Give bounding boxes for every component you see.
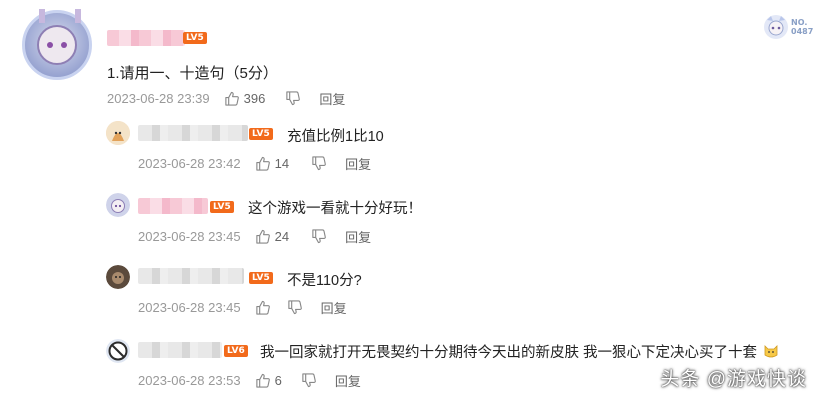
reply-avatar[interactable] [106, 265, 130, 289]
reply-avatar[interactable] [106, 339, 130, 363]
level-badge: LV5 [249, 128, 273, 140]
main-comment-username-blurred[interactable] [107, 30, 185, 46]
comment-time: 2023-06-28 23:45 [138, 300, 241, 315]
reply-username-blurred[interactable] [138, 342, 222, 358]
thumb-up-icon [255, 229, 270, 244]
reply-meta: 2023-06-28 23:45 回复 [138, 298, 347, 317]
like-count: 24 [274, 229, 290, 244]
avatar-face [37, 25, 77, 65]
comment-time: 2023-06-28 23:53 [138, 373, 241, 388]
thumb-up-icon [255, 373, 270, 388]
dislike-button[interactable] [311, 229, 326, 244]
like-button[interactable]: 396 [224, 91, 266, 106]
like-count: 396 [243, 91, 266, 106]
reply-username-blurred[interactable] [138, 125, 248, 141]
reply-text: 充值比例1比10 [287, 129, 384, 145]
avatar-image [106, 265, 130, 289]
reply-text: 不是110分? [287, 273, 362, 289]
fan-badge-icon [764, 15, 788, 39]
cat-face-emoji-icon [763, 343, 779, 359]
reply-meta: 2023-06-28 23:42 14 回复 [138, 154, 371, 173]
reply-meta: 2023-06-28 23:45 24 回复 [138, 227, 371, 246]
reply-text: 这个游戏一看就十分好玩！ [248, 201, 422, 217]
level-badge: LV5 [210, 201, 234, 213]
reply-button[interactable]: 回复 [335, 371, 361, 390]
avatar-decoration [39, 9, 81, 23]
thumb-up-icon [255, 156, 270, 171]
reply-username-blurred[interactable] [138, 268, 244, 284]
fan-badge-line2: 0487 [791, 27, 814, 36]
dislike-button[interactable] [301, 373, 316, 388]
comment-time: 2023-06-28 23:42 [138, 156, 241, 171]
reply-avatar[interactable] [106, 193, 130, 217]
main-comment-avatar[interactable] [22, 9, 92, 80]
level-badge: LV5 [249, 272, 273, 284]
thumb-down-icon [312, 229, 326, 244]
reply-text-content: 我一回家就打开无畏契约十分期待今天出的新皮肤 我一狠心下定决心买了十套 [260, 345, 758, 361]
thumb-up-icon [224, 91, 239, 106]
fan-badge-line1: NO. [791, 18, 808, 27]
reply-button[interactable]: 回复 [319, 89, 345, 108]
thumb-down-icon [287, 300, 302, 315]
watermark: 头条 @游戏快谈 [660, 369, 807, 390]
like-count: 14 [274, 156, 290, 171]
dislike-button[interactable] [287, 300, 302, 315]
reply-avatar[interactable] [106, 121, 130, 145]
no-entry-avatar-icon [106, 339, 130, 363]
reply-username-blurred[interactable] [138, 198, 208, 214]
main-comment-text: 1.请用一、十造句（5分） [107, 65, 278, 82]
thumb-down-icon [286, 91, 301, 106]
reply-meta: 2023-06-28 23:53 6 回复 [138, 371, 361, 390]
main-comment-meta: 2023-06-28 23:39 396 回复 [107, 89, 345, 108]
reply-button[interactable]: 回复 [345, 154, 371, 173]
like-button[interactable]: 14 [255, 156, 289, 171]
comment-time: 2023-06-28 23:39 [107, 91, 210, 106]
level-badge: LV6 [224, 345, 248, 357]
like-button[interactable]: 24 [255, 229, 289, 244]
dislike-button[interactable] [285, 91, 301, 106]
like-button[interactable] [255, 300, 270, 315]
dislike-button[interactable] [311, 156, 326, 171]
thumb-down-icon [312, 156, 326, 171]
fan-badge: NO. 0487 [761, 12, 819, 42]
thumb-up-icon [255, 300, 270, 315]
like-count: 6 [274, 373, 282, 388]
avatar-image [106, 193, 130, 217]
reply-button[interactable]: 回复 [321, 298, 347, 317]
thumb-down-icon [302, 373, 316, 388]
like-button[interactable]: 6 [255, 373, 282, 388]
reply-button[interactable]: 回复 [345, 227, 371, 246]
level-badge: LV5 [183, 32, 207, 44]
reply-text: 我一回家就打开无畏契约十分期待今天出的新皮肤 我一狠心下定决心买了十套 [260, 341, 779, 362]
avatar-image [106, 121, 130, 145]
comment-time: 2023-06-28 23:45 [138, 229, 241, 244]
